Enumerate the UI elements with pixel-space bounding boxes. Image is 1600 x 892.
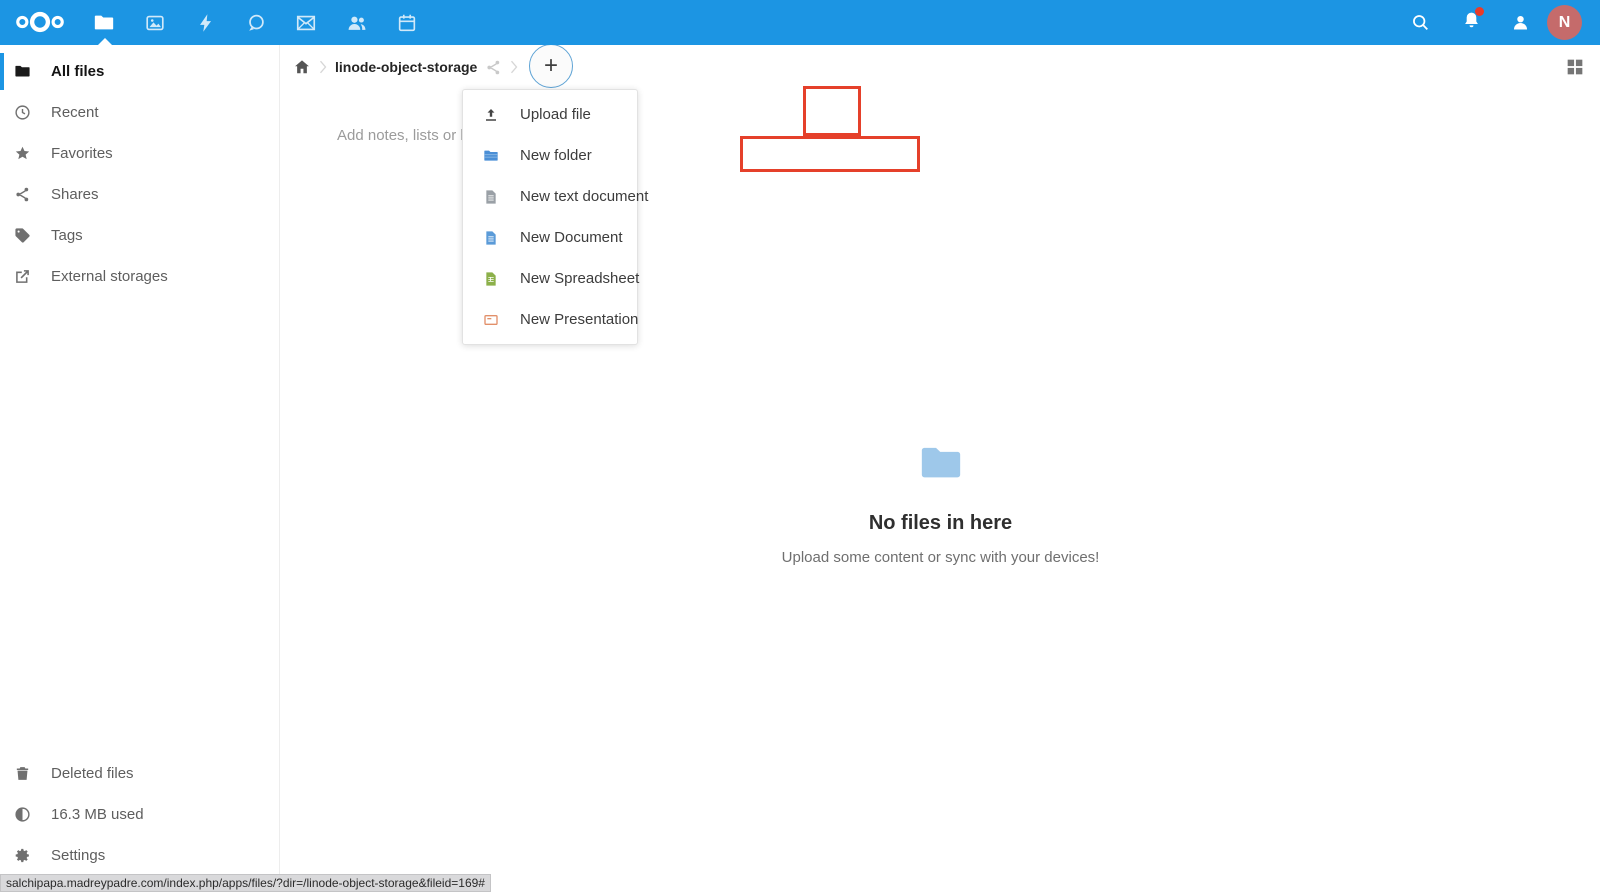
empty-state-title: No files in here — [281, 512, 1600, 535]
menu-item-new-spreadsheet[interactable]: New Spreadsheet — [463, 258, 637, 299]
search-icon — [1410, 12, 1431, 33]
share-icon — [14, 185, 34, 205]
workspace-placeholder[interactable]: Add notes, lists or lin — [337, 127, 475, 144]
share-icon[interactable] — [485, 59, 502, 76]
chevron-right-icon — [504, 57, 524, 77]
new-file-menu: Upload file New folder New text document… — [462, 89, 638, 345]
person-icon — [1510, 12, 1531, 33]
text-document-icon — [483, 189, 499, 205]
sidebar-item-label: All files — [51, 63, 104, 80]
breadcrumb: linode-object-storage — [281, 45, 526, 89]
talk-bubble-icon — [245, 12, 267, 34]
empty-state-subtitle: Upload some content or sync with your de… — [281, 549, 1600, 566]
menu-item-label: New Presentation — [520, 311, 638, 328]
menu-item-label: Upload file — [520, 106, 591, 123]
annotation-box-upload-file — [740, 136, 920, 172]
notifications-button[interactable] — [1448, 0, 1494, 45]
sidebar-item-quota[interactable]: 16.3 MB used — [0, 794, 279, 835]
menu-item-label: New text document — [520, 188, 648, 205]
menu-item-upload-file[interactable]: Upload file — [463, 94, 637, 135]
star-icon — [14, 144, 34, 164]
app-icon-photos[interactable] — [130, 0, 180, 45]
sidebar-item-label: Deleted files — [51, 765, 134, 782]
sidebar-item-deleted-files[interactable]: Deleted files — [0, 753, 279, 794]
search-button[interactable] — [1397, 0, 1443, 45]
app-icon-talk[interactable] — [231, 0, 281, 45]
spreadsheet-green-icon — [483, 271, 499, 287]
folder-icon — [14, 62, 34, 82]
sidebar-item-settings[interactable]: Settings — [0, 835, 279, 876]
breadcrumb-folder-name[interactable]: linode-object-storage — [335, 59, 477, 75]
menu-item-new-text-document[interactable]: New text document — [463, 176, 637, 217]
upload-icon — [483, 107, 499, 123]
sidebar-item-label: Settings — [51, 847, 105, 864]
sidebar-item-external-storages[interactable]: External storages — [0, 256, 279, 297]
annotation-box-new-button — [803, 86, 861, 136]
app-icon-calendar[interactable] — [382, 0, 432, 45]
sidebar-item-tags[interactable]: Tags — [0, 215, 279, 256]
menu-item-label: New Spreadsheet — [520, 270, 639, 287]
nextcloud-logo-icon[interactable] — [14, 7, 66, 37]
status-url-bar: salchipapa.madreypadre.com/index.php/app… — [0, 874, 491, 892]
calendar-icon — [396, 12, 418, 34]
contacts-menu-button[interactable] — [1497, 0, 1543, 45]
sidebar-item-label: 16.3 MB used — [51, 806, 144, 823]
grid-view-icon[interactable] — [1564, 56, 1586, 78]
status-url-text: salchipapa.madreypadre.com/index.php/app… — [6, 876, 485, 890]
sidebar-item-shares[interactable]: Shares — [0, 174, 279, 215]
notification-dot — [1475, 7, 1484, 16]
sidebar-item-label: Favorites — [51, 145, 113, 162]
empty-folder-state: No files in here Upload some content or … — [281, 439, 1600, 566]
menu-item-label: New Document — [520, 229, 623, 246]
trash-icon — [14, 764, 34, 784]
app-icon-activity[interactable] — [181, 0, 231, 45]
gear-icon — [14, 846, 34, 866]
files-content-area: linode-object-storage + Add notes, lists… — [281, 45, 1600, 892]
sidebar-item-recent[interactable]: Recent — [0, 92, 279, 133]
sidebar-item-favorites[interactable]: Favorites — [0, 133, 279, 174]
nextcloud-files-page: N All files Recent Favorites Shares T — [0, 0, 1600, 892]
menu-item-new-document[interactable]: New Document — [463, 217, 637, 258]
files-sidebar: All files Recent Favorites Shares Tags E… — [0, 45, 280, 892]
lightning-icon — [195, 12, 217, 34]
quota-pie-icon — [14, 805, 34, 825]
chevron-right-icon — [313, 57, 333, 77]
people-icon — [346, 12, 368, 34]
sidebar-item-label: External storages — [51, 268, 168, 285]
document-blue-icon — [483, 230, 499, 246]
app-icon-contacts[interactable] — [332, 0, 382, 45]
presentation-orange-icon — [483, 312, 499, 328]
new-file-button[interactable]: + — [529, 44, 573, 88]
user-avatar[interactable]: N — [1547, 5, 1582, 40]
folder-icon — [93, 12, 115, 34]
sidebar-item-label: Shares — [51, 186, 99, 203]
menu-item-new-folder[interactable]: New folder — [463, 135, 637, 176]
menu-item-new-presentation[interactable]: New Presentation — [463, 299, 637, 340]
active-app-indicator — [97, 38, 113, 46]
app-icon-mail[interactable] — [281, 0, 331, 45]
clock-icon — [14, 103, 34, 123]
sidebar-item-all-files[interactable]: All files — [0, 51, 279, 92]
folder-blue-icon — [483, 148, 499, 164]
sidebar-item-label: Tags — [51, 227, 83, 244]
top-header-bar: N — [0, 0, 1600, 45]
external-link-icon — [14, 267, 34, 287]
bell-icon — [1461, 10, 1482, 36]
sidebar-item-label: Recent — [51, 104, 99, 121]
tag-icon — [14, 226, 34, 246]
empty-folder-icon — [913, 439, 969, 485]
mail-envelope-icon — [295, 12, 317, 34]
menu-item-label: New folder — [520, 147, 592, 164]
photos-icon — [144, 12, 166, 34]
home-icon[interactable] — [293, 58, 311, 76]
